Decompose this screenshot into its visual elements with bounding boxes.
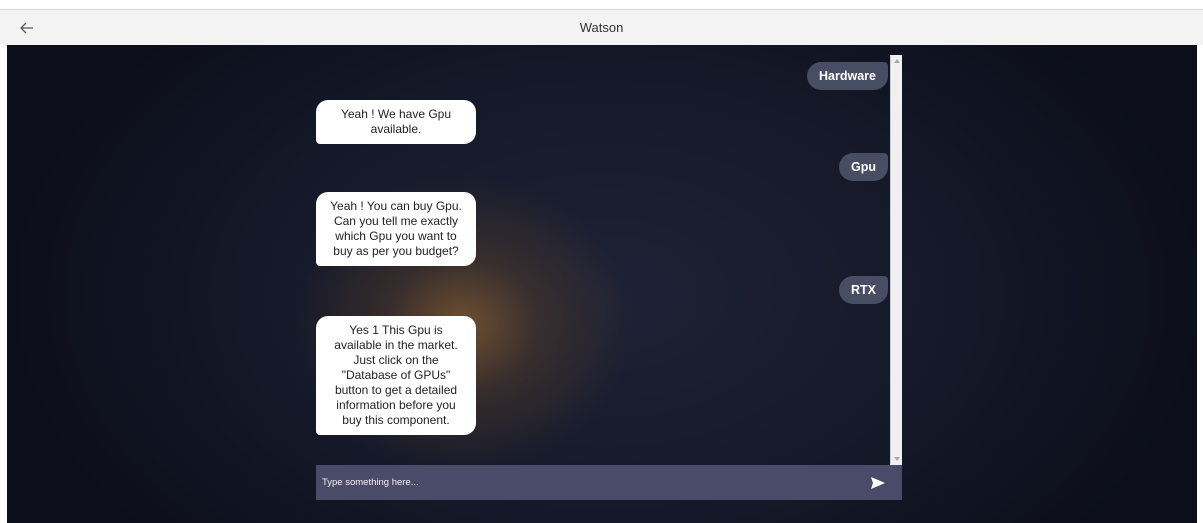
bot-message: Yeah ! We have Gpu available. <box>316 100 476 144</box>
user-message: Gpu <box>839 153 888 181</box>
bot-message-line: available. <box>370 122 422 136</box>
chat-background: Hardware Yeah ! We have Gpu available. G… <box>7 45 1197 523</box>
bot-message-line: Yes 1 This Gpu is <box>349 323 443 337</box>
bot-message-line: Yeah ! We have Gpu <box>340 107 452 121</box>
message-composer <box>316 465 902 500</box>
send-button[interactable] <box>870 475 886 491</box>
bot-message-line: "Database of GPUs" <box>341 368 451 382</box>
send-icon <box>871 477 885 489</box>
bot-message-line: available in the market. <box>334 338 458 352</box>
bot-message-line: Just click on the <box>353 353 439 367</box>
bot-message-line: button to get a detailed <box>334 383 458 397</box>
user-message: Hardware <box>807 62 888 90</box>
bot-message-line: which Gpu you want to <box>335 229 457 243</box>
bot-message-line: buy as per you budget? <box>333 244 459 258</box>
page-title: Watson <box>579 20 624 35</box>
message-input[interactable] <box>316 465 856 500</box>
scroll-down-arrow-icon[interactable] <box>894 457 900 461</box>
bot-message-line: Can you tell me exactly <box>333 214 459 228</box>
bot-message: Yeah ! You can buy Gpu. Can you tell me … <box>316 192 476 266</box>
user-message: RTX <box>839 276 888 304</box>
bot-message-line: information before you <box>336 398 456 412</box>
top-app-bar: Watson <box>0 9 1203 45</box>
bot-message-line: Yeah ! You can buy Gpu. <box>330 199 462 213</box>
bot-message-line: buy this component. <box>342 413 450 427</box>
scroll-up-arrow-icon[interactable] <box>894 59 900 63</box>
chat-message-list: Hardware Yeah ! We have Gpu available. G… <box>316 55 902 465</box>
bot-message: Yes 1 This Gpu is available in the marke… <box>316 316 476 435</box>
chat-scrollbar[interactable] <box>890 55 902 465</box>
